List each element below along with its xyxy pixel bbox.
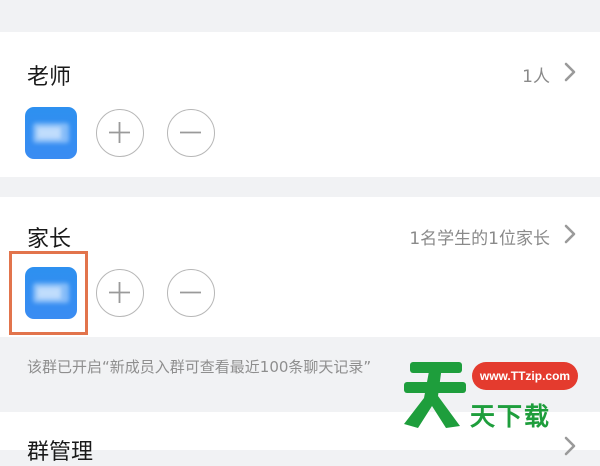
add-teacher-button[interactable] — [96, 109, 144, 157]
teacher-section-title: 老师 — [27, 65, 72, 90]
remove-parent-button[interactable] — [167, 269, 215, 317]
minus-icon — [180, 131, 201, 134]
group-notice: 该群已开启“新成员入群可查看最近100条聊天记录” — [27, 358, 372, 376]
remove-teacher-button[interactable] — [167, 109, 215, 157]
parent-section-title: 家长 — [27, 227, 72, 252]
teacher-section: 老师 1人 — [0, 32, 600, 177]
watermark-brand: 天下载 — [470, 402, 552, 431]
chevron-right-icon[interactable] — [562, 436, 578, 456]
parent-avatar[interactable] — [25, 267, 77, 319]
chevron-right-icon[interactable] — [562, 224, 578, 244]
teacher-count[interactable]: 1人 — [522, 62, 550, 87]
plus-icon — [109, 122, 130, 143]
watermark-url: www.TTzip.com — [472, 362, 578, 390]
watermark-logo — [404, 362, 466, 428]
teacher-avatar[interactable] — [25, 107, 77, 159]
parent-section: 家长 1名学生的1位家长 — [0, 197, 600, 337]
parent-count[interactable]: 1名学生的1位家长 — [409, 224, 550, 249]
group-management-title: 群管理 — [27, 440, 94, 465]
minus-icon — [180, 291, 201, 294]
plus-icon — [109, 282, 130, 303]
chevron-right-icon[interactable] — [562, 62, 578, 82]
add-parent-button[interactable] — [96, 269, 144, 317]
